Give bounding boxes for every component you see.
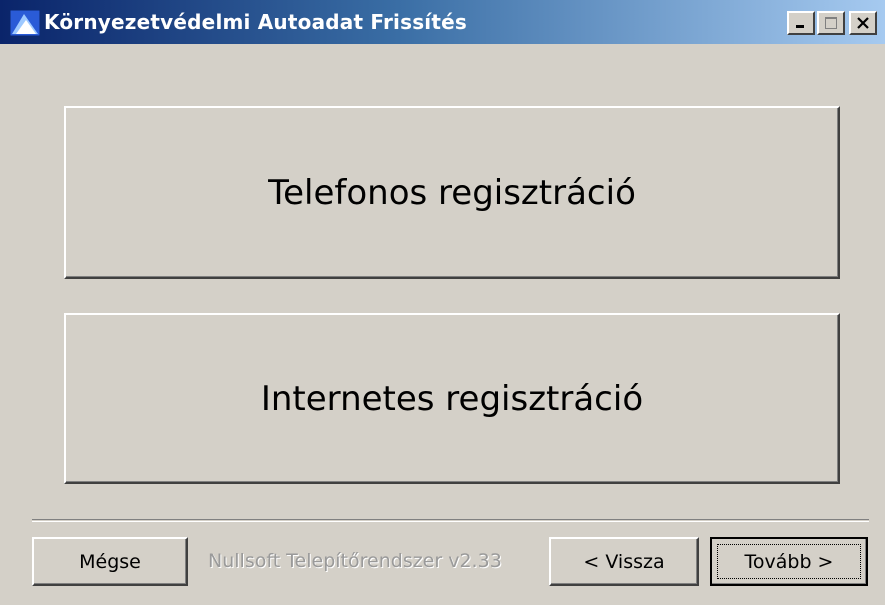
close-button[interactable] <box>849 11 877 35</box>
minimize-button[interactable] <box>787 11 815 35</box>
internet-registration-button[interactable]: Internetes regisztráció <box>64 313 840 484</box>
title-bar[interactable]: Környezetvédelmi Autoadat Frissítés <box>0 0 885 44</box>
minimize-icon <box>796 25 804 28</box>
phone-registration-button[interactable]: Telefonos regisztráció <box>64 106 840 279</box>
maximize-button[interactable] <box>817 11 845 35</box>
close-icon <box>857 17 869 29</box>
installer-icon <box>10 10 40 36</box>
cancel-button[interactable]: Mégse <box>32 537 188 586</box>
back-button[interactable]: < Vissza <box>549 537 699 586</box>
window-title: Környezetvédelmi Autoadat Frissítés <box>44 10 467 34</box>
internet-registration-label: Internetes regisztráció <box>260 378 644 419</box>
cancel-label: Mégse <box>79 550 141 573</box>
installer-window: Környezetvédelmi Autoadat Frissítés Tele… <box>0 0 885 605</box>
maximize-icon <box>825 17 837 29</box>
phone-registration-label: Telefonos regisztráció <box>268 172 636 213</box>
branding-text: Nullsoft Telepítőrendszer v2.33 <box>208 550 502 572</box>
next-label: Tovább > <box>744 550 834 573</box>
next-button[interactable]: Tovább > <box>710 537 868 586</box>
footer-separator <box>32 519 869 522</box>
back-label: < Vissza <box>583 550 665 573</box>
